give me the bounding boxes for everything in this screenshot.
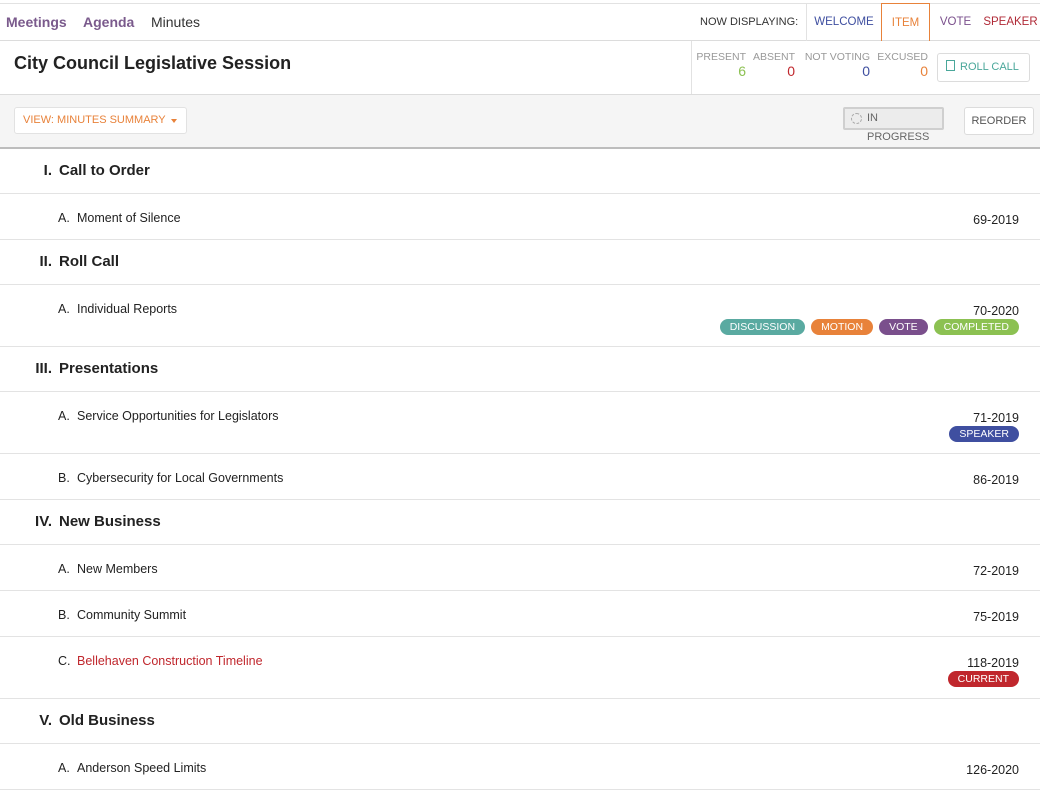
agenda-item[interactable]: A. Individual Reports 70-2020 DISCUSSION MOT…: [0, 285, 1040, 347]
item-title[interactable]: New Members: [77, 562, 158, 576]
display-vote-button[interactable]: VOTE: [930, 4, 981, 41]
section-header: IV. New Business: [0, 500, 1040, 545]
excused-count: EXCUSED 0: [877, 51, 928, 79]
item-letter: B.: [58, 608, 70, 622]
tab-meetings[interactable]: Meetings: [6, 4, 67, 41]
item-title[interactable]: Community Summit: [77, 608, 186, 622]
item-letter: A.: [58, 302, 70, 316]
item-title[interactable]: Individual Reports: [77, 302, 177, 316]
status-badges: SPEAKER: [949, 426, 1019, 442]
status-badges: DISCUSSION MOTION VOTE COMPLETED: [719, 319, 1019, 335]
section-number: IV.: [35, 513, 52, 530]
item-letter: C.: [58, 654, 71, 668]
item-number: 72-2019: [973, 564, 1019, 578]
status-badge-motion: MOTION: [811, 319, 874, 335]
item-letter: B.: [58, 471, 70, 485]
status-badge-vote: VOTE: [879, 319, 928, 335]
meeting-header: City Council Legislative Session PRESENT…: [0, 41, 1040, 95]
document-icon: [946, 60, 955, 71]
present-count: PRESENT 6: [696, 51, 746, 79]
roll-call-button[interactable]: ROLL CALL: [937, 53, 1030, 82]
agenda-item[interactable]: A. New Members 72-2019: [0, 545, 1040, 591]
status-badges: CURRENT: [947, 671, 1019, 687]
section-header: I. Call to Order: [0, 149, 1040, 194]
item-number: 75-2019: [973, 610, 1019, 624]
item-letter: A.: [58, 562, 70, 576]
section-header: III. Presentations: [0, 347, 1040, 392]
in-progress-button[interactable]: IN PROGRESS: [843, 107, 944, 143]
section-header: V. Old Business: [0, 699, 1040, 744]
item-title[interactable]: Moment of Silence: [77, 211, 181, 225]
top-nav-bar: Meetings Agenda Minutes NOW DISPLAYING: …: [0, 3, 1040, 42]
section-number: V.: [39, 712, 52, 729]
display-item-button[interactable]: ITEM: [881, 3, 930, 42]
item-title[interactable]: Service Opportunities for Legislators: [77, 409, 278, 423]
tab-agenda[interactable]: Agenda: [83, 4, 134, 41]
reorder-button[interactable]: REORDER: [964, 107, 1034, 135]
section-title: New Business: [59, 513, 161, 530]
status-badge-current: CURRENT: [947, 671, 1019, 687]
absent-count: ABSENT 0: [752, 51, 795, 79]
section-title: Call to Order: [59, 162, 150, 179]
caret-down-icon: [171, 119, 177, 123]
section-title: Old Business: [59, 712, 155, 729]
not-voting-count: NOT VOTING 0: [804, 51, 870, 79]
item-letter: A.: [58, 761, 70, 775]
view-dropdown[interactable]: VIEW: MINUTES SUMMARY: [14, 107, 187, 134]
section-number: III.: [35, 360, 52, 377]
item-title[interactable]: Bellehaven Construction Timeline: [77, 654, 263, 668]
section-header: II. Roll Call: [0, 240, 1040, 285]
spinner-icon: [851, 113, 862, 124]
section-number: I.: [43, 162, 52, 179]
agenda-item[interactable]: B. Cybersecurity for Local Governments 86-…: [0, 454, 1040, 500]
agenda-item[interactable]: A. Moment of Silence 69-2019: [0, 194, 1040, 240]
status-badge-speaker: SPEAKER: [949, 426, 1019, 442]
display-speaker-button[interactable]: SPEAKER: [981, 4, 1040, 41]
item-number: 118-2019: [967, 656, 1019, 670]
item-number: 70-2020: [973, 304, 1019, 318]
item-number: 69-2019: [973, 213, 1019, 227]
item-number: 126-2020: [966, 763, 1019, 777]
status-badge-discussion: DISCUSSION: [719, 319, 806, 335]
toolbar: VIEW: MINUTES SUMMARY IN PROGRESS REORDE…: [0, 95, 1040, 149]
meeting-title: City Council Legislative Session: [14, 53, 292, 73]
section-title: Presentations: [59, 360, 159, 377]
section-title: Roll Call: [59, 253, 120, 270]
item-number: 71-2019: [973, 411, 1019, 425]
item-title[interactable]: Cybersecurity for Local Governments: [77, 471, 283, 485]
item-letter: A.: [58, 211, 70, 225]
agenda-item[interactable]: B. Community Summit 75-2019: [0, 591, 1040, 637]
tab-minutes[interactable]: Minutes: [151, 4, 200, 41]
display-welcome-button[interactable]: WELCOME: [806, 4, 881, 41]
item-title[interactable]: Anderson Speed Limits: [77, 761, 206, 775]
agenda-item[interactable]: A. Anderson Speed Limits 126-2020: [0, 744, 1040, 790]
agenda-item[interactable]: C. Bellehaven Construction Timeline 118-20…: [0, 637, 1040, 699]
section-number: II.: [39, 253, 52, 270]
item-number: 86-2019: [973, 473, 1019, 487]
status-badge-completed: COMPLETED: [933, 319, 1019, 335]
item-letter: A.: [58, 409, 70, 423]
agenda-item[interactable]: A. Service Opportunities for Legislators 7…: [0, 392, 1040, 454]
now-displaying-label: NOW DISPLAYING:: [700, 16, 799, 28]
